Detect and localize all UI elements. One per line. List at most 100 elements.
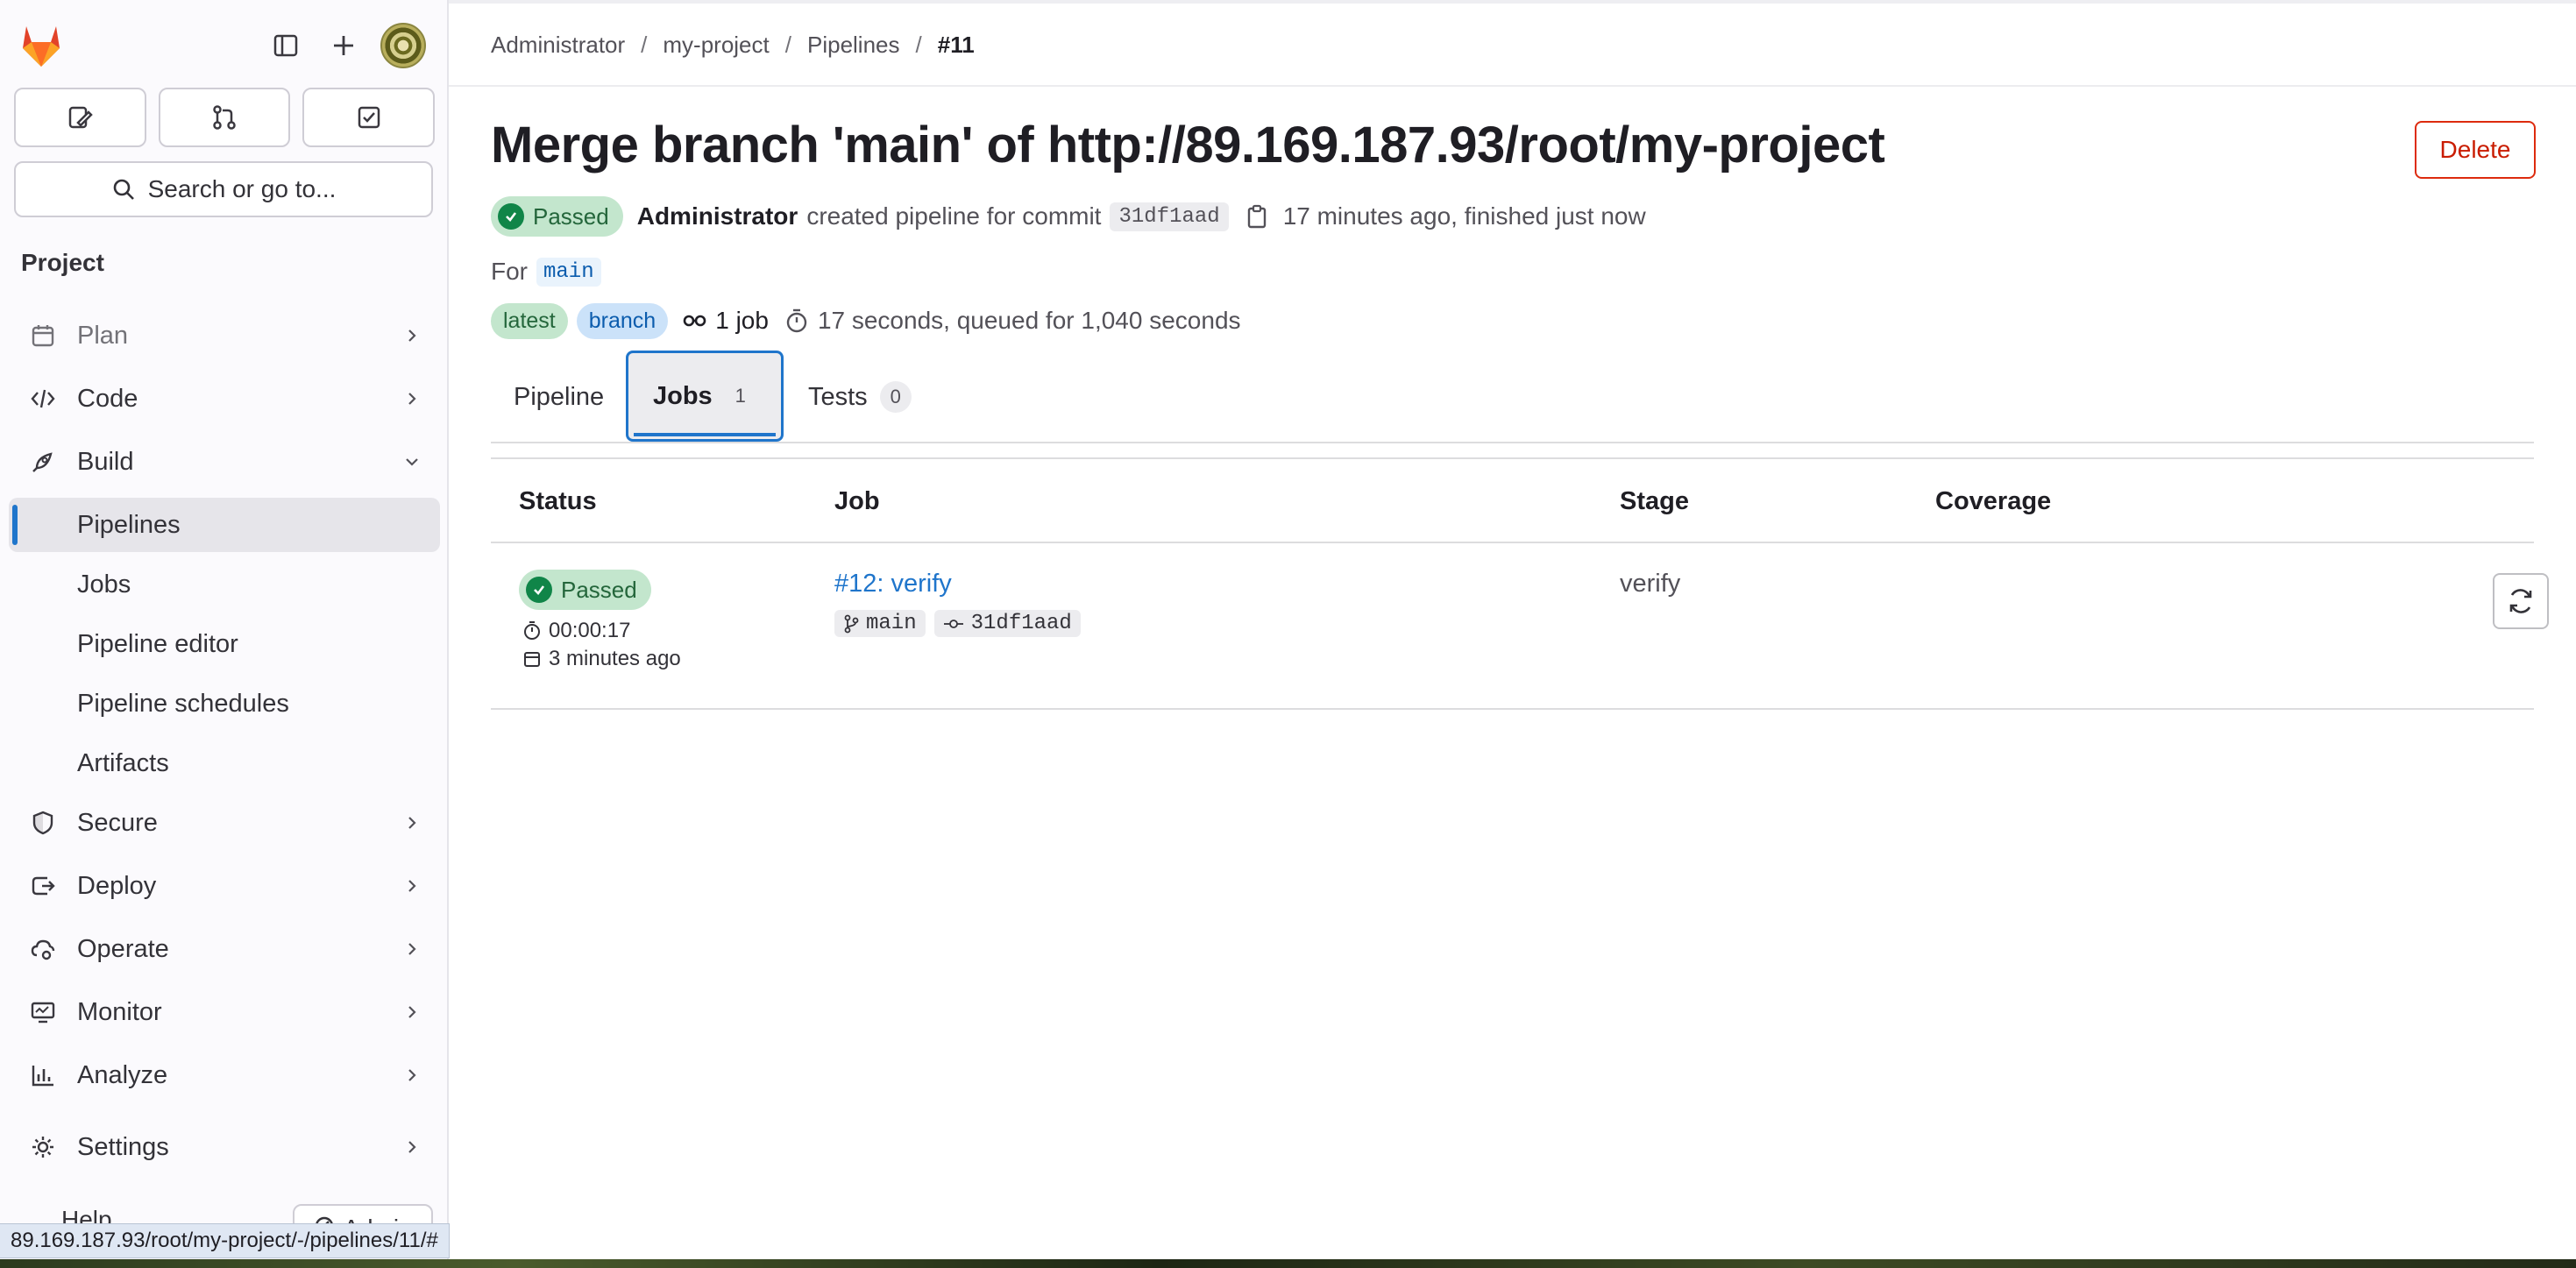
sidebar-item-pipeline-editor[interactable]: Pipeline editor <box>9 617 440 671</box>
branch-icon <box>844 614 859 633</box>
sidebar-item-label: Pipeline schedules <box>77 689 289 718</box>
calendar-icon <box>524 652 540 667</box>
job-status-badge[interactable]: Passed <box>519 570 651 610</box>
timer-icon <box>786 308 807 333</box>
main-content: Administrator / my-project / Pipelines /… <box>449 0 2576 1259</box>
status-badge[interactable]: Passed <box>491 196 623 237</box>
sidebar-item-settings[interactable]: Settings <box>9 1120 440 1174</box>
breadcrumb-item-pipelines[interactable]: Pipelines <box>807 32 900 59</box>
top-border <box>449 0 2576 4</box>
issues-icon <box>69 106 94 129</box>
quick-actions <box>14 88 436 147</box>
jobs-count-text: 1 job <box>715 307 769 334</box>
chevron-right-icon <box>403 1138 421 1156</box>
tabs-divider <box>491 442 2534 443</box>
table-header: Status Job Stage Coverage <box>491 459 2534 543</box>
issues-button[interactable] <box>14 88 146 147</box>
pipeline-duration: 17 seconds, queued for 1,040 seconds <box>784 307 1241 335</box>
chevron-right-icon <box>403 1066 421 1084</box>
status-text: Passed <box>561 576 637 603</box>
sidebar-toggle-icon[interactable] <box>263 23 309 68</box>
chevron-right-icon <box>403 814 421 832</box>
search-button[interactable]: Search or go to... <box>14 161 433 217</box>
pipeline-tabs: Pipeline Jobs 1 Tests 0 <box>491 351 2534 443</box>
page-title: Merge branch 'main' of http://89.169.187… <box>491 117 1885 174</box>
sidebar-item-plan[interactable]: Plan <box>9 308 440 363</box>
sidebar-item-pipelines[interactable]: Pipelines <box>9 498 440 552</box>
job-link[interactable]: #12: verify <box>834 570 952 599</box>
breadcrumb-item-administrator[interactable]: Administrator <box>491 32 625 59</box>
job-commit-text: 31df1aad <box>970 612 1072 635</box>
breadcrumb-separator: / <box>784 32 791 58</box>
sidebar-item-label: Analyze <box>77 1060 168 1089</box>
sidebar-item-label: Jobs <box>77 570 131 599</box>
gitlab-logo-icon[interactable] <box>16 19 67 70</box>
tab-count: 0 <box>879 381 912 413</box>
sidebar-item-label: Pipeline editor <box>77 629 238 658</box>
tab-jobs[interactable]: Jobs 1 <box>626 351 784 442</box>
breadcrumb-item-current[interactable]: #11 <box>938 32 975 59</box>
chevron-right-icon <box>403 940 421 958</box>
job-commit-ref[interactable]: 31df1aad <box>933 610 1081 637</box>
branch-link[interactable]: main <box>536 257 601 287</box>
merge-requests-button[interactable] <box>158 88 291 147</box>
gear-icon <box>28 1132 58 1162</box>
sidebar-item-label: Settings <box>77 1132 169 1161</box>
pipeline-meta: Passed Administrator created pipeline fo… <box>491 196 1646 237</box>
sidebar-section-title: Project <box>21 249 104 276</box>
merge-request-icon <box>213 105 236 130</box>
sidebar-item-jobs[interactable]: Jobs <box>9 557 440 612</box>
tab-count: 1 <box>734 385 746 407</box>
duration-text: 17 seconds, queued for 1,040 seconds <box>817 307 1241 334</box>
delete-button[interactable]: Delete <box>2415 121 2536 179</box>
rocket-icon <box>28 447 58 477</box>
action-text: created pipeline for commit <box>806 202 1102 230</box>
sidebar-item-label: Operate <box>77 934 169 963</box>
job-finished-text: 3 minutes ago <box>549 647 681 670</box>
pipeline-tags: latest branch 1 job 17 seconds, queued f… <box>491 301 1241 340</box>
sidebar-header <box>0 0 449 88</box>
user-avatar[interactable] <box>380 23 426 68</box>
sidebar-item-deploy[interactable]: Deploy <box>9 859 440 913</box>
deploy-icon <box>28 871 58 901</box>
sidebar-item-operate[interactable]: Operate <box>9 922 440 976</box>
app-window: Search or go to... Project Plan Code Bui… <box>0 0 2576 1259</box>
sidebar-item-build[interactable]: Build <box>9 435 440 489</box>
retry-icon <box>2509 589 2532 613</box>
tab-tests[interactable]: Tests 0 <box>808 351 912 443</box>
job-refs: main 31df1aad <box>834 610 1081 637</box>
branch-badge: branch <box>576 302 669 339</box>
sidebar-item-code[interactable]: Code <box>9 372 440 426</box>
pipeline-icon <box>683 315 706 327</box>
desktop-background-strip <box>0 1259 2576 1268</box>
tab-pipeline[interactable]: Pipeline <box>514 351 604 443</box>
copy-icon[interactable] <box>1245 203 1269 230</box>
search-label: Search or go to... <box>147 175 337 202</box>
header-divider <box>449 85 2576 87</box>
breadcrumb-item-project[interactable]: my-project <box>663 32 769 59</box>
job-stage: verify <box>1620 570 1681 598</box>
sidebar-item-label: Artifacts <box>77 748 169 777</box>
sidebar-item-pipeline-schedules[interactable]: Pipeline schedules <box>9 677 440 731</box>
author-link[interactable]: Administrator <box>637 202 798 230</box>
check-circle-icon <box>498 203 524 230</box>
tab-label: Tests <box>808 382 868 411</box>
table-row: Passed 00:00:17 3 minutes ago #12: verif… <box>491 543 2549 710</box>
tab-label: Jobs <box>653 381 713 410</box>
sidebar-item-label: Build <box>77 447 134 476</box>
sidebar-item-analyze[interactable]: Analyze <box>9 1048 440 1102</box>
sidebar-item-monitor[interactable]: Monitor <box>9 985 440 1039</box>
sidebar-item-artifacts[interactable]: Artifacts <box>9 736 440 790</box>
sidebar: Search or go to... Project Plan Code Bui… <box>0 0 449 1259</box>
chevron-right-icon <box>403 390 421 407</box>
commit-sha[interactable]: 31df1aad <box>1110 202 1229 231</box>
sidebar-item-label: Deploy <box>77 871 157 900</box>
create-new-icon[interactable] <box>321 23 366 68</box>
todo-button[interactable] <box>302 88 436 147</box>
tab-label: Pipeline <box>514 382 605 411</box>
breadcrumb-separator: / <box>641 32 648 58</box>
sidebar-item-secure[interactable]: Secure <box>9 796 440 850</box>
shield-icon <box>28 808 58 838</box>
job-branch-ref[interactable]: main <box>834 610 926 637</box>
retry-button[interactable] <box>2493 573 2549 629</box>
